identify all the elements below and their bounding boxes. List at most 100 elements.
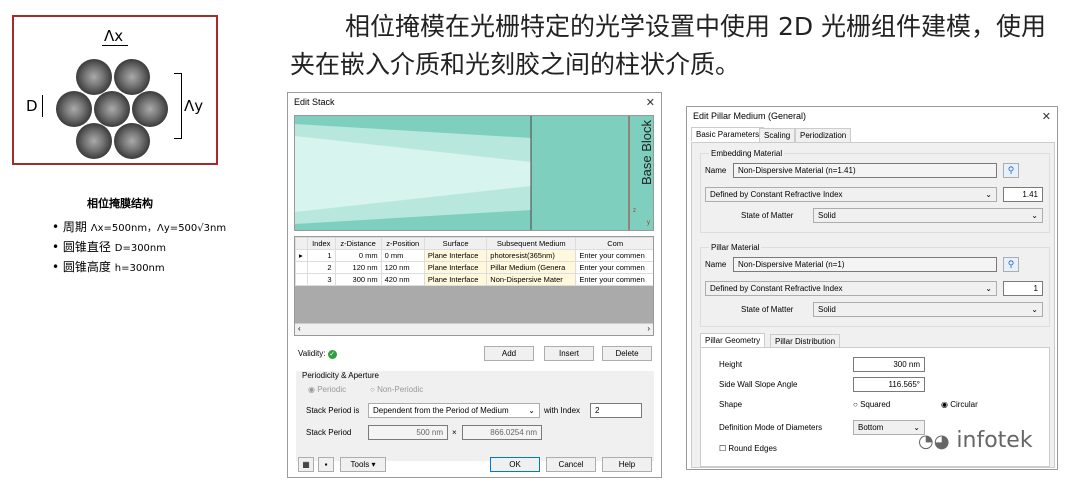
row-pointer: ▸	[295, 249, 308, 262]
bullet-period: • 周期 Λx=500nm，Λy=500√3nm	[52, 220, 227, 234]
axis-y: y	[647, 220, 650, 226]
watermark: ◔◕ infotek	[918, 428, 1033, 453]
bullet-height: • 圆锥高度 h=300nm	[52, 260, 165, 274]
tab-periodization[interactable]: Periodization	[795, 128, 852, 142]
table-row[interactable]: ▸ 1 0 mm 0 mm Plane Interface photoresis…	[295, 249, 653, 262]
height-field[interactable]: 300 nm	[853, 357, 925, 372]
period-x-field[interactable]: 500 nm	[368, 425, 448, 440]
ok-button[interactable]: OK	[490, 457, 540, 472]
tab-panel: Embedding Material Name Non-Dispersive M…	[691, 142, 1055, 468]
insert-button[interactable]: Insert	[544, 346, 594, 361]
scroll-right-icon[interactable]: ›	[647, 324, 650, 333]
delete-button[interactable]: Delete	[602, 346, 652, 361]
embedding-group: Embedding Material Name Non-Dispersive M…	[700, 149, 1050, 233]
embedding-state-select[interactable]: Solid ⌄	[813, 208, 1043, 223]
close-button[interactable]: ✕	[646, 96, 655, 109]
embedding-index-field[interactable]: 1.41	[1003, 187, 1043, 202]
cone	[56, 91, 92, 127]
caption: 相位掩膜结构	[87, 197, 153, 210]
cone	[114, 123, 150, 159]
tab-pillar-geometry[interactable]: Pillar Geometry	[700, 333, 766, 347]
stack-period-mode-select[interactable]: Dependent from the Period of Medium ⌄	[368, 403, 540, 418]
diam-label: Definition Mode of Diameters	[719, 423, 823, 432]
pillar-def-select[interactable]: Defined by Constant Refractive Index ⌄	[705, 281, 997, 296]
tools-button[interactable]: Tools ▾	[340, 457, 386, 472]
title-bar: Edit Stack ✕	[288, 93, 661, 111]
chevron-down-icon: ⌄	[1031, 211, 1038, 220]
cone	[76, 59, 112, 95]
bullet-diameter: • 圆锥直径 D=300nm	[52, 240, 166, 254]
preview-svg	[295, 116, 630, 230]
pillar-index-field[interactable]: 1	[1003, 281, 1043, 296]
validity-label: Validity: ✓	[298, 349, 337, 359]
tab-scaling[interactable]: Scaling	[759, 128, 796, 142]
name-label: Name	[705, 166, 727, 175]
view-icon[interactable]: ▦	[298, 457, 314, 472]
tab-basic-parameters[interactable]: Basic Parameters	[691, 127, 765, 141]
with-index-label: with Index	[544, 406, 581, 415]
lambda-x-label: Λx	[104, 27, 124, 45]
state-label: State of Matter	[741, 211, 794, 220]
check-icon: ✓	[327, 350, 337, 359]
pillar-name-field[interactable]: Non-Dispersive Material (n=1)	[733, 257, 997, 272]
col-header[interactable]: Com	[575, 237, 653, 250]
times-sign: ×	[452, 428, 457, 437]
dialog-title: Edit Stack	[294, 97, 335, 107]
axis-z: z	[633, 208, 636, 214]
lambda-y-label: Λy	[184, 97, 204, 115]
shape-label: Shape	[719, 400, 743, 409]
chevron-down-icon: ⌄	[985, 190, 992, 199]
scroll-left-icon[interactable]: ‹	[298, 324, 301, 333]
state-label: State of Matter	[741, 305, 794, 314]
periodicity-title: Periodicity & Aperture	[302, 371, 379, 380]
index-stepper[interactable]: 2	[590, 403, 642, 418]
non-periodic-radio[interactable]: ○ Non-Periodic	[370, 385, 423, 394]
tab-pillar-distribution[interactable]: Pillar Distribution	[770, 334, 841, 348]
circular-radio[interactable]: ◉ Circular	[941, 400, 978, 409]
period-y-field[interactable]: 866.0254 nm	[462, 425, 542, 440]
embedding-title: Embedding Material	[709, 149, 785, 158]
slope-label: Side Wall Slope Angle	[719, 380, 798, 389]
close-button[interactable]: ✕	[1042, 110, 1051, 123]
stack-table: Index z-Distance z-Position Surface Subs…	[294, 236, 654, 336]
chevron-down-icon: ⌄	[528, 406, 535, 415]
stack-period-label: Stack Period	[306, 428, 352, 437]
slope-field[interactable]: 116.565°	[853, 377, 925, 392]
base-block-label: Base Block	[639, 120, 654, 186]
cone	[132, 91, 168, 127]
lambda-y-bracket	[174, 73, 182, 139]
periodic-radio[interactable]: ◉ Periodic	[308, 385, 346, 394]
search-icon[interactable]: ⚲	[1003, 163, 1019, 178]
save-icon[interactable]: ▪	[318, 457, 334, 472]
cancel-button[interactable]: Cancel	[546, 457, 596, 472]
cone	[76, 123, 112, 159]
name-label: Name	[705, 260, 727, 269]
search-icon[interactable]: ⚲	[1003, 257, 1019, 272]
d-label: D	[26, 97, 38, 115]
title-bar: Edit Pillar Medium (General) ✕	[687, 107, 1057, 125]
pillar-state-select[interactable]: Solid ⌄	[813, 302, 1043, 317]
edit-pillar-dialog: Edit Pillar Medium (General) ✕ Basic Par…	[686, 106, 1058, 470]
col-header[interactable]: Surface	[423, 237, 488, 250]
wechat-icon: ◔◕	[918, 431, 950, 452]
help-button[interactable]: Help	[602, 457, 652, 472]
cone	[114, 59, 150, 95]
h-scrollbar[interactable]: ‹ ›	[295, 323, 653, 335]
diam-mode-select[interactable]: Bottom ⌄	[853, 420, 925, 435]
embedding-name-field[interactable]: Non-Dispersive Material (n=1.41)	[733, 163, 997, 178]
d-arrow	[42, 95, 43, 117]
col-header[interactable]: z-Position	[380, 237, 425, 250]
height-label: Height	[719, 360, 743, 369]
round-edges-checkbox[interactable]: ☐ Round Edges	[719, 444, 777, 453]
table-row[interactable]: 2 120 nm 120 nm Plane Interface Pillar M…	[295, 261, 653, 274]
chevron-down-icon: ⌄	[1031, 305, 1038, 314]
col-header[interactable]: Index	[307, 237, 336, 250]
add-button[interactable]: Add	[484, 346, 534, 361]
table-row[interactable]: 3 300 nm 420 nm Plane Interface Non-Disp…	[295, 273, 653, 286]
embedding-def-select[interactable]: Defined by Constant Refractive Index ⌄	[705, 187, 997, 202]
dialog-title: Edit Pillar Medium (General)	[693, 111, 807, 121]
col-header[interactable]: Subsequent Medium	[486, 237, 577, 250]
squared-radio[interactable]: ○ Squared	[853, 400, 890, 409]
col-header[interactable]: z-Distance	[334, 237, 382, 250]
table-header: Index z-Distance z-Position Surface Subs…	[295, 237, 653, 250]
